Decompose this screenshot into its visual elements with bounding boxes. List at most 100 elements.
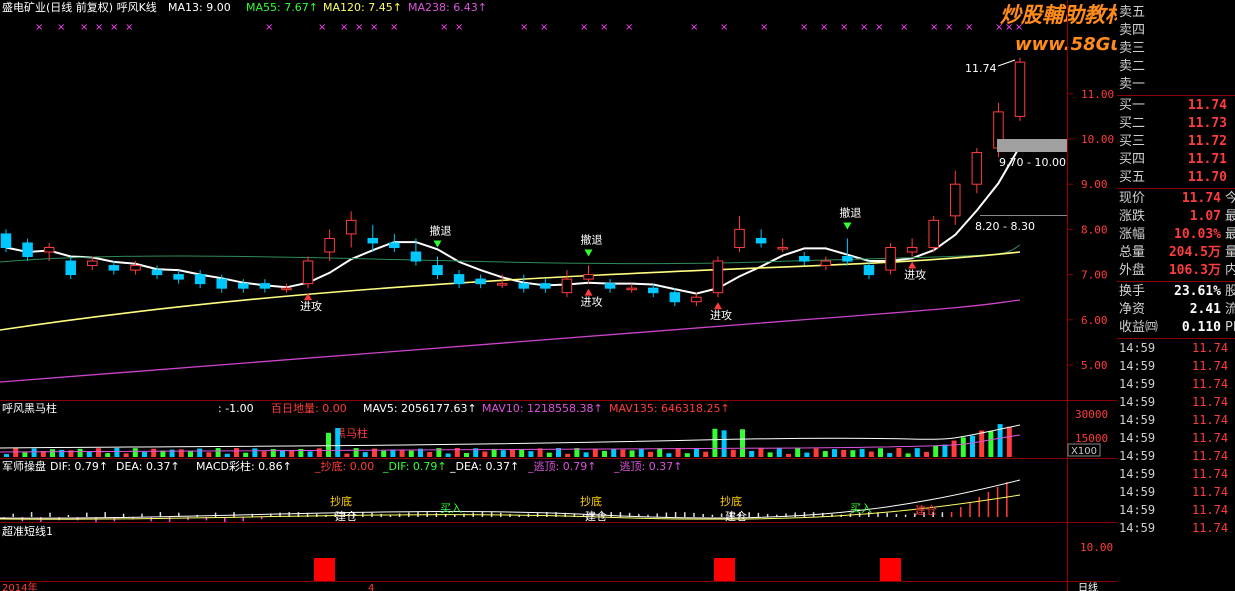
candle-body bbox=[238, 283, 249, 289]
down-arrow-icon bbox=[433, 240, 442, 248]
tick-row: 14:59 11.74 bbox=[1117, 394, 1235, 411]
candle-body bbox=[281, 287, 292, 291]
chart-canvas[interactable]: 盛电矿业(日线 前复权) 呼风K线 MA13: 9.00 MA55: 7.67↑… bbox=[0, 0, 1117, 591]
candle-body bbox=[863, 265, 875, 276]
tick-price: 11.74 bbox=[1192, 485, 1229, 499]
volume-legend-0: : -1.00 bbox=[218, 402, 254, 415]
macd-legend-2: MACD彩柱: 0.86↑ bbox=[196, 459, 292, 473]
volume-bar bbox=[795, 448, 801, 457]
quote-label: 现价 bbox=[1119, 191, 1146, 206]
signal-cross: × bbox=[820, 22, 828, 33]
ma120-label: MA120: 7.45↑ bbox=[323, 1, 402, 14]
quote-row: 买四 11.71 bbox=[1117, 151, 1235, 169]
price-tick-label: 6.00 bbox=[1081, 314, 1108, 327]
volume-bar bbox=[841, 449, 847, 457]
volume-bar bbox=[730, 449, 736, 457]
shortline-panel-title: 超准短线1 bbox=[2, 524, 53, 538]
quote-divider bbox=[1117, 95, 1235, 96]
candle-body bbox=[561, 278, 573, 294]
volume-bar bbox=[123, 453, 129, 457]
volume-bar bbox=[132, 448, 138, 457]
volume-bar bbox=[758, 448, 764, 457]
candle-body bbox=[151, 269, 163, 276]
macd-badge: 买入 bbox=[440, 502, 462, 515]
volume-bar bbox=[859, 448, 865, 457]
watermark-url: www.58Gu.com bbox=[1015, 34, 1117, 55]
macd-panel-title: 军师操盘 bbox=[2, 459, 46, 473]
tick-time: 14:59 bbox=[1119, 467, 1156, 481]
volume-bar bbox=[1006, 426, 1012, 457]
candle-body bbox=[734, 228, 745, 248]
volume-bar bbox=[786, 453, 791, 457]
signal-cross: × bbox=[1015, 22, 1023, 33]
volume-bar bbox=[326, 432, 331, 457]
up-arrow-icon bbox=[713, 302, 722, 310]
tick-price: 11.74 bbox=[1192, 431, 1229, 445]
quote-value: 1.07 bbox=[1189, 209, 1221, 224]
ma13-label: MA13: 9.00 bbox=[168, 1, 231, 14]
signal-cross: × bbox=[1005, 22, 1013, 33]
range-label-low: 8.20 - 8.30 bbox=[975, 220, 1035, 233]
volume-bar bbox=[197, 448, 203, 457]
tick-row: 14:59 11.74 bbox=[1117, 376, 1235, 393]
quote-divider bbox=[1117, 281, 1235, 282]
macd-legend-4: _DIF: 0.79↑ bbox=[382, 460, 447, 473]
price-tick-label: 11.00 bbox=[1081, 88, 1114, 101]
signal-cross: × bbox=[455, 22, 463, 33]
candle-body bbox=[453, 274, 465, 285]
candle-body bbox=[799, 256, 810, 262]
quote-label: 卖三 bbox=[1119, 41, 1146, 56]
macd-badge: 建仓 bbox=[725, 509, 747, 523]
signal-cross: × bbox=[720, 22, 728, 33]
macd-badge: 建仓 bbox=[335, 509, 357, 523]
volume-bar bbox=[914, 448, 920, 457]
quote-label: 总量 bbox=[1119, 245, 1146, 260]
signal-cross: × bbox=[35, 22, 43, 33]
price-tick-label: 7.00 bbox=[1081, 269, 1108, 282]
volume-bar bbox=[105, 453, 111, 457]
tick-price: 11.74 bbox=[1192, 467, 1229, 481]
volume-bar bbox=[4, 454, 9, 457]
volume-bar bbox=[638, 448, 644, 457]
quote-extra: 流 bbox=[1225, 302, 1235, 317]
volume-bar bbox=[822, 451, 828, 457]
volume-bar bbox=[316, 448, 322, 457]
tick-row: 14:59 11.74 bbox=[1117, 520, 1235, 537]
up-arrow-icon bbox=[908, 261, 917, 269]
tick-row: 14:59 11.74 bbox=[1117, 448, 1235, 465]
tick-time: 14:59 bbox=[1119, 395, 1156, 409]
signal-cross: × bbox=[370, 22, 378, 33]
signal-cross: × bbox=[95, 22, 103, 33]
tick-price: 11.74 bbox=[1192, 377, 1229, 391]
macd-badge: 买入 bbox=[850, 502, 872, 515]
quote-value: 0.110 bbox=[1181, 320, 1221, 335]
volume-bar bbox=[776, 448, 782, 457]
volume-bar bbox=[31, 448, 37, 457]
quote-row: 卖四 bbox=[1117, 22, 1235, 40]
signal-cross: × bbox=[520, 22, 528, 33]
volume-bar bbox=[546, 452, 552, 457]
quote-label: 买五 bbox=[1119, 170, 1146, 185]
tick-row: 14:59 11.74 bbox=[1117, 358, 1235, 375]
quote-row: 涨幅 10.03% 最 bbox=[1117, 226, 1235, 244]
volume-bar bbox=[979, 430, 985, 457]
quote-row: 卖二 bbox=[1117, 58, 1235, 76]
candle-body bbox=[777, 246, 788, 250]
quote-value: 11.72 bbox=[1187, 134, 1227, 149]
macd-bars bbox=[0, 479, 1021, 522]
macd-legend-7: _逃顶: 0.37↑ bbox=[613, 460, 682, 473]
volume-legend-2: MAV5: 2056177.63↑ bbox=[363, 402, 477, 415]
volume-bar bbox=[620, 449, 626, 457]
volume-bar bbox=[694, 448, 699, 457]
candle-body bbox=[604, 283, 616, 289]
signal-cross: × bbox=[860, 22, 868, 33]
tick-row: 14:59 11.74 bbox=[1117, 502, 1235, 519]
quote-row: 买三 11.72 bbox=[1117, 133, 1235, 151]
quote-label: 涨跌 bbox=[1119, 209, 1146, 224]
signal-cross: × bbox=[580, 22, 588, 33]
volume-bar bbox=[77, 448, 83, 457]
volume-tick-15000: 15000 bbox=[1075, 432, 1108, 445]
volume-legend-4: MAV135: 646318.25↑ bbox=[609, 402, 730, 415]
quote-value: 11.74 bbox=[1181, 191, 1221, 206]
quote-extra: 最 bbox=[1225, 209, 1235, 224]
